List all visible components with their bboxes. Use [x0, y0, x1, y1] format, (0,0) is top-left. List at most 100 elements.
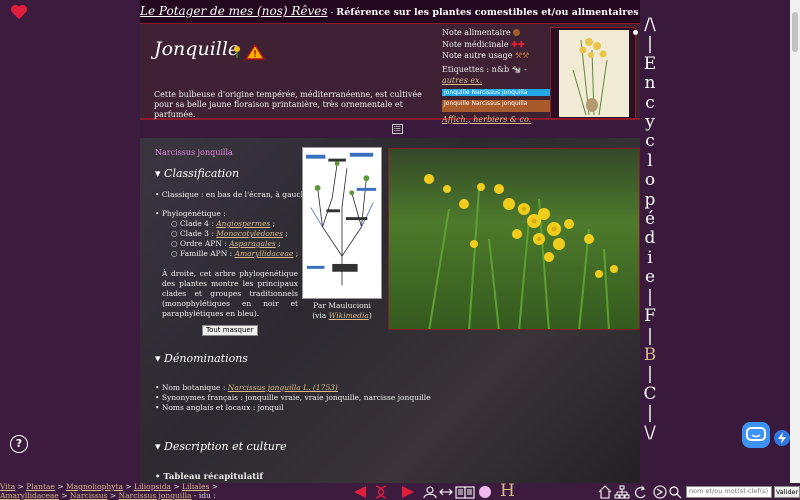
- flower-icon: [234, 46, 240, 58]
- daffodil-drawing: [572, 38, 608, 116]
- phylogenetic-tree-image[interactable]: [302, 147, 382, 299]
- footer-bar: Vita > Plantae > Magnoliophyta > Liliops…: [0, 482, 800, 500]
- banner-separator: -: [327, 8, 337, 18]
- breadcrumb-separator: >: [58, 490, 70, 500]
- encyclo-letter[interactable]: \/: [640, 423, 660, 443]
- encyclo-letter[interactable]: p: [640, 190, 660, 210]
- encyclo-letter[interactable]: /\: [640, 15, 660, 35]
- rating-alim-icon: [513, 29, 521, 36]
- famille-item: ○ Famille APN : Amaryllidaceae ;: [171, 249, 299, 258]
- encyclo-letter[interactable]: |: [640, 34, 660, 54]
- forward-icon: [653, 485, 667, 499]
- ordre-item: ○ Ordre APN : Asparagales ;: [171, 239, 281, 248]
- chat-widget-icon[interactable]: [742, 422, 770, 448]
- encyclo-letter[interactable]: i: [640, 248, 660, 268]
- book-icon: [455, 486, 475, 499]
- search-submit-button[interactable]: Valider: [774, 486, 800, 498]
- search-input[interactable]: nom et/ou mot(s)-clef(s): [686, 486, 772, 498]
- breadcrumb-link[interactable]: Narcissus: [70, 491, 108, 500]
- encyclo-letter[interactable]: c: [640, 93, 660, 113]
- scrollbar[interactable]: [790, 0, 800, 483]
- h-letter-icon[interactable]: H: [500, 482, 515, 500]
- encyclo-letter[interactable]: C: [640, 384, 660, 404]
- affich-link-row: Affich., herbiers & co.: [442, 114, 550, 126]
- scrollbar-thumb[interactable]: [792, 12, 798, 52]
- tags-row: Etiquettes : n&b 🐄 - autres ex.: [442, 64, 527, 86]
- dot-indicator: [633, 30, 638, 35]
- encyclo-letter[interactable]: |: [640, 287, 660, 307]
- breadcrumb: Vita > Plantae > Magnoliophyta > Liliops…: [0, 482, 240, 500]
- rating-med: Note médicinale ✚✚: [442, 38, 525, 49]
- site-banner: Le Potager de mes (nos) Rêves - Référenc…: [140, 0, 640, 24]
- rating-other: Note autre usage ⚒⚒: [442, 51, 530, 60]
- encyclo-letter[interactable]: l: [640, 151, 660, 171]
- user-search-icon: [423, 486, 437, 499]
- pink-circle-icon: [479, 486, 491, 498]
- breadcrumb-link[interactable]: Narcissus jonquilla: [119, 491, 192, 500]
- tree-caption: Par Maulucioni (via Wikimedia): [312, 301, 372, 320]
- encyclo-letter[interactable]: e: [640, 267, 660, 287]
- tag-bar-blue[interactable]: Jonquille Narcissus jonquilla: [442, 88, 550, 96]
- bota-link[interactable]: Narcissus jonquilla L. (1753): [228, 383, 338, 392]
- ordre-link[interactable]: Asparagales: [229, 239, 276, 248]
- encyclo-letter[interactable]: é: [640, 209, 660, 229]
- names-item: • Noms anglais et locaux : jonquil: [155, 403, 284, 412]
- encyclo-letter[interactable]: |: [640, 326, 660, 346]
- bolt-icon[interactable]: [774, 430, 790, 446]
- cow-icon: 🐄: [511, 64, 522, 74]
- clade4-link[interactable]: Angiospermes: [216, 219, 270, 228]
- encyclo-letter[interactable]: |: [640, 364, 660, 384]
- encyclo-letter[interactable]: d: [640, 229, 660, 249]
- syn-item: • Synonymes français : jonquille vraie, …: [155, 393, 431, 402]
- clade4-item: ○ Clade 4 : Angiospermes ;: [171, 219, 276, 228]
- prev-arrow-icon: [354, 486, 366, 498]
- encyclo-letter[interactable]: c: [640, 132, 660, 152]
- tools-icon: ⚒⚒: [514, 51, 530, 60]
- site-brand-link[interactable]: Le Potager de mes (nos) Rêves: [140, 4, 328, 18]
- description-heading[interactable]: ▾ Description et culture: [155, 440, 287, 453]
- denominations-heading[interactable]: ▾ Dénominations: [155, 352, 248, 365]
- phylo-note: À droite, cet arbre phylogénétique des p…: [162, 269, 298, 318]
- encyclo-letter[interactable]: y: [640, 112, 660, 132]
- jonquil-photo[interactable]: [388, 148, 640, 330]
- encyclo-letter[interactable]: B: [640, 345, 660, 365]
- hide-all-button[interactable]: Tout masquer: [202, 325, 258, 336]
- encyclopedie-nav[interactable]: /\ | En c y c l o p é d i e | F | B | C | \/: [640, 15, 660, 443]
- other-examples-link[interactable]: autres ex.: [442, 76, 482, 85]
- footer-nav-icons: [354, 485, 491, 499]
- affich-link[interactable]: Affich., herbiers & co.: [442, 115, 531, 124]
- famille-link[interactable]: Amaryllidaceae: [235, 249, 294, 258]
- main-content: Narcissus jonquilla ▾ Classification • C…: [140, 138, 640, 483]
- tag-bar-brown[interactable]: Jonquille Narcissus jonquilla: [442, 99, 550, 112]
- botanical-illustration[interactable]: [550, 27, 638, 119]
- encyclo-letter[interactable]: o: [640, 170, 660, 190]
- heart-icon[interactable]: [10, 4, 28, 20]
- rating-alim: Note alimentaire: [442, 27, 550, 39]
- sitemap-icon: [614, 485, 630, 499]
- denominations-list: • Nom botanique : Narcissus jonquilla L.…: [155, 383, 431, 413]
- search-icon: [669, 486, 682, 499]
- plant-header: Jonquille Cette bulbeuse d'origine tempé…: [140, 24, 640, 124]
- encyclo-letter[interactable]: |: [640, 403, 660, 423]
- next-arrow-icon: [402, 486, 414, 498]
- bota-item: • Nom botanique : Narcissus jonquilla L.…: [155, 383, 338, 392]
- title-icons: [234, 43, 266, 60]
- clade3-link[interactable]: Monocotylédones: [216, 229, 283, 238]
- help-icon[interactable]: ?: [10, 435, 28, 453]
- list-toggle-icon[interactable]: [392, 124, 403, 134]
- dna-icon: [375, 485, 387, 499]
- refresh-icon: [635, 485, 646, 499]
- encyclo-letter[interactable]: F: [640, 306, 660, 326]
- photo-drawing: [389, 149, 639, 329]
- breadcrumb-separator: >: [107, 490, 119, 500]
- intro-text: Cette bulbeuse d'origine tempérée, médit…: [154, 90, 422, 119]
- left-column: [0, 0, 140, 483]
- red-cross-icon: ✚✚: [511, 38, 525, 49]
- table-summary-item[interactable]: • Tableau récapitulatif: [155, 472, 263, 482]
- botanical-plate: [559, 30, 629, 117]
- classification-heading[interactable]: ▾ Classification: [155, 167, 239, 180]
- wikimedia-link[interactable]: Wikimedia: [329, 311, 369, 320]
- encyclo-letter[interactable]: n: [640, 73, 660, 93]
- encyclo-letter[interactable]: E: [640, 54, 660, 74]
- clade3-item: ○ Clade 3 : Monocotylédones ;: [171, 229, 288, 238]
